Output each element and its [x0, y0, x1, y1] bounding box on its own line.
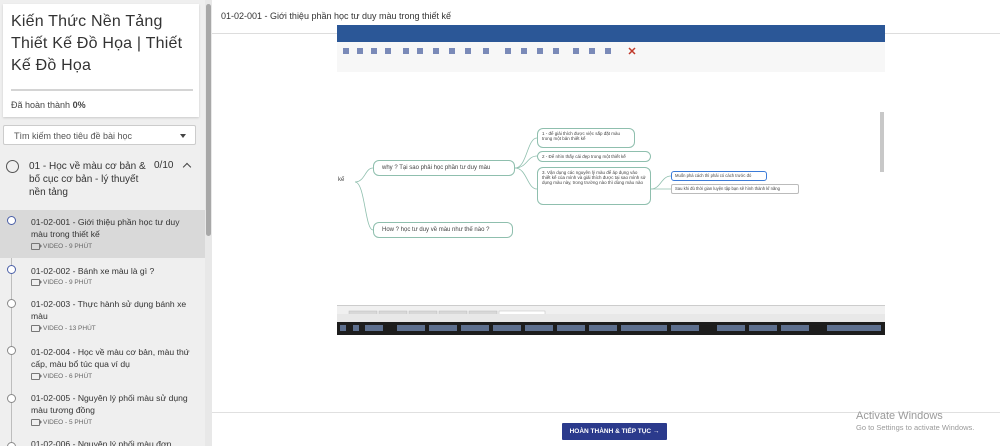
lesson-meta: VIDEO - 9 PHÚT — [31, 243, 92, 250]
lesson-sidebar: Kiến Thức Nền Tảng Thiết Kế Đồ Họa | Thi… — [0, 0, 212, 446]
video-window-ribbon — [337, 42, 885, 73]
progress-bar — [11, 89, 193, 91]
search-placeholder: Tìm kiếm theo tiêu đề bài học — [14, 131, 133, 141]
video-icon — [31, 279, 42, 286]
lesson-search-select[interactable]: Tìm kiếm theo tiêu đề bài học — [3, 125, 196, 145]
lesson-title: 01-02-005 - Nguyên lý phối màu sử dụng m… — [31, 393, 188, 415]
video-window-menubar — [337, 35, 885, 42]
complete-continue-button[interactable]: HOÀN THÀNH & TIẾP TỤC → — [562, 423, 667, 440]
video-taskbar — [337, 322, 885, 335]
lesson-title: 01-02-001 - Giới thiệu phần học tư duy m… — [31, 217, 180, 239]
video-icon — [31, 325, 42, 332]
lesson-status-icon — [7, 299, 16, 308]
lesson-status-icon — [7, 394, 16, 403]
lesson-duration: VIDEO - 9 PHÚT — [43, 243, 93, 251]
lesson-duration: VIDEO - 5 PHÚT — [43, 419, 93, 427]
caret-down-icon — [180, 134, 186, 138]
lesson-title: 01-02-004 - Học về màu cơ bản, màu thứ c… — [31, 347, 190, 369]
lesson-title: 01-02-003 - Thực hành sử dụng bánh xe mà… — [31, 299, 187, 321]
mindmap-sub-2: Sau khi đủ thời gian luyện tập bạn sẽ hì… — [671, 184, 799, 194]
activate-windows-subtitle: Go to Settings to activate Windows. — [856, 423, 975, 432]
mindmap-root-node: kế — [337, 174, 353, 190]
sidebar-scrollbar[interactable] — [205, 0, 212, 446]
video-window-titlebar — [337, 25, 885, 35]
mindmap-canvas: kế why ? Tại sao phải học phần tư duy mà… — [337, 72, 885, 305]
video-icon — [31, 373, 42, 380]
section-header[interactable]: 01 - Học về màu cơ bản & bố cục cơ bản -… — [0, 155, 205, 205]
video-player[interactable]: kế why ? Tại sao phải học phần tư duy mà… — [337, 25, 885, 335]
lesson-status-icon — [7, 265, 16, 274]
mindmap-how-node: How ? học tư duy về màu như thế nào ? — [373, 222, 513, 238]
lesson-meta: VIDEO - 6 PHÚT — [31, 373, 92, 380]
lesson-title: 01-02-006 - Nguyên lý phối màu đơn — [31, 439, 172, 446]
lesson-duration: VIDEO - 6 PHÚT — [43, 373, 93, 381]
taskbar-graphic — [340, 325, 881, 331]
mindmap-sub-1: Muốn phá cách thì phải có cách trước đó — [671, 171, 767, 181]
course-card: Kiến Thức Nền Tảng Thiết Kế Đồ Họa | Thi… — [3, 4, 199, 117]
lesson-meta: VIDEO - 9 PHÚT — [31, 279, 92, 286]
lesson-item[interactable]: 01-02-005 - Nguyên lý phối màu sử dụng m… — [0, 384, 205, 432]
progress-value: 0% — [72, 100, 86, 110]
progress-label: Đã hoàn thành — [11, 100, 71, 110]
lesson-duration: VIDEO - 9 PHÚT — [43, 279, 93, 287]
lesson-duration: VIDEO - 13 PHÚT — [43, 325, 96, 333]
lesson-item[interactable]: 01-02-002 - Bánh xe màu là gì ? VIDEO - … — [0, 258, 205, 292]
lesson-meta: VIDEO - 13 PHÚT — [31, 325, 96, 332]
lesson-title: 01-02-002 - Bánh xe màu là gì ? — [31, 266, 155, 276]
lesson-item[interactable]: 01-02-004 - Học về màu cơ bản, màu thứ c… — [0, 338, 205, 384]
lesson-status-icon — [7, 346, 16, 355]
video-icon — [31, 419, 42, 426]
lesson-header-title: 01-02-001 - Giới thiệu phần học tư duy m… — [221, 11, 452, 21]
scrollbar-thumb[interactable] — [206, 4, 211, 236]
lesson-status-icon — [7, 442, 16, 446]
section-status-icon — [6, 160, 19, 173]
mindmap-why-node: why ? Tại sao phải học phần tư duy màu — [373, 160, 515, 176]
mindmap-point-1: 1 - để giải thích được việc sắp đặt màu … — [537, 128, 635, 148]
video-window-statusbar — [337, 314, 885, 322]
ribbon-icons — [343, 47, 636, 55]
lesson-status-icon — [7, 216, 16, 225]
lesson-item[interactable]: 01-02-001 - Giới thiệu phần học tư duy m… — [0, 210, 205, 258]
section-title: 01 - Học về màu cơ bản & bố cục cơ bản -… — [29, 161, 146, 198]
course-title: Kiến Thức Nền Tảng Thiết Kế Đồ Họa | Thi… — [11, 13, 183, 74]
section-count: 0/10 — [154, 160, 174, 171]
progress-text: Đã hoàn thành 0% — [11, 100, 86, 110]
lesson-item[interactable]: 01-02-003 - Thực hành sử dụng bánh xe mà… — [0, 292, 205, 338]
chevron-up-icon[interactable] — [182, 162, 192, 172]
activate-windows-title: Activate Windows — [856, 410, 943, 422]
lesson-item[interactable]: 01-02-006 - Nguyên lý phối màu đơn — [0, 432, 205, 446]
lesson-meta: VIDEO - 5 PHÚT — [31, 419, 92, 426]
video-icon — [31, 243, 42, 250]
mindmap-point-2: 2 - Để nhìn thấy cái đẹp trong một thiết… — [537, 151, 651, 162]
mindmap-point-3: 3. Vận dụng các nguyên lý màu để áp dụng… — [537, 167, 651, 205]
